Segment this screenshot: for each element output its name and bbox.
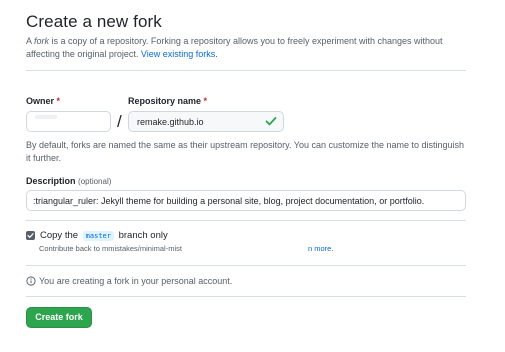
view-existing-forks-link[interactable]: View existing forks.: [141, 49, 218, 59]
intro-text: A fork is a copy of a repository. Forkin…: [26, 35, 456, 61]
description-label-text: Description: [26, 176, 76, 186]
description-value: :triangular_ruler: Jekyll theme for buil…: [33, 196, 425, 206]
copy-branch-label-prefix: Copy the: [40, 230, 79, 241]
intro-fork-word: fork: [34, 36, 50, 46]
page-title: Create a new fork: [26, 12, 162, 31]
intro-prefix: A: [26, 36, 35, 46]
repository-name-input[interactable]: remake.github.io: [128, 111, 284, 132]
copy-branch-label-suffix: branch only: [118, 230, 168, 241]
owner-label: Owner *: [26, 96, 60, 106]
copy-branch-label: Copy the master branch only: [40, 230, 168, 241]
repository-name-label-text: Repository name: [128, 96, 202, 106]
owner-select[interactable]: [26, 111, 111, 132]
learn-more-link[interactable]: n more.: [308, 244, 333, 253]
contribute-back-text: Contribute back to mmistakes/minimal-mis…: [39, 244, 182, 253]
description-input[interactable]: :triangular_ruler: Jekyll theme for buil…: [26, 190, 466, 211]
branch-name-badge: master: [82, 231, 114, 241]
repository-name-value: remake.github.io: [137, 117, 204, 127]
info-divider: [26, 296, 466, 297]
owner-repo-separator: /: [117, 112, 122, 131]
repository-required-mark: *: [203, 96, 208, 106]
description-divider: [26, 220, 466, 221]
description-label: Description (optional): [26, 176, 111, 186]
copy-divider: [26, 265, 466, 266]
fork-name-help-text: By default, forks are named the same as …: [26, 140, 465, 163]
info-icon: [26, 276, 36, 286]
info-text: You are creating a fork in your personal…: [39, 276, 233, 286]
repository-name-label: Repository name *: [128, 96, 207, 106]
copy-branch-checkbox[interactable]: [26, 231, 35, 240]
checkbox-checked-icon: [27, 233, 34, 238]
intro-suffix: is a copy of a repository. Forking a rep…: [26, 36, 443, 59]
owner-label-text: Owner: [26, 96, 55, 106]
description-optional-tag: (optional): [78, 177, 112, 186]
owner-value: [35, 115, 57, 119]
create-fork-page: Create a new fork A fork is a copy of a …: [0, 0, 505, 352]
header-divider: [26, 70, 466, 71]
check-icon: [265, 117, 277, 126]
owner-required-mark: *: [56, 96, 61, 106]
create-fork-button[interactable]: Create fork: [26, 307, 92, 328]
